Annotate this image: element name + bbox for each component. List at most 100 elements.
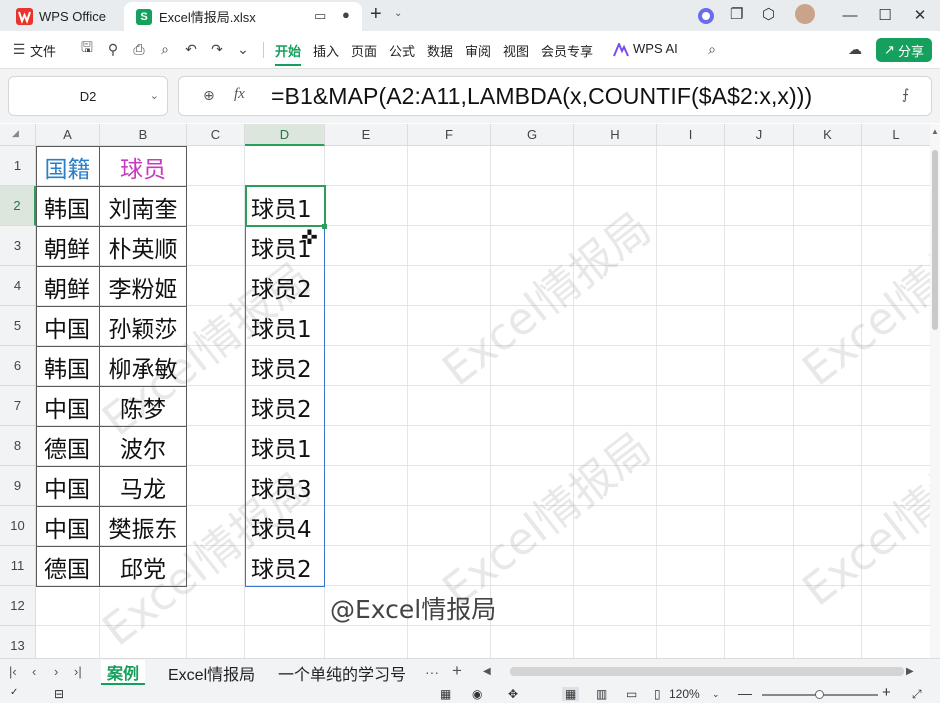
minimize-icon[interactable]: — — [835, 4, 865, 26]
fx-icon[interactable]: fx — [234, 86, 245, 103]
cell-a8[interactable]: 德国 — [36, 427, 99, 466]
spell-check-icon[interactable]: ✓ — [10, 687, 18, 698]
fill-handle[interactable] — [322, 224, 327, 229]
page-break-icon[interactable]: ▭ — [626, 687, 637, 701]
column-header-h[interactable]: H — [574, 124, 657, 146]
avatar[interactable] — [795, 4, 815, 24]
cell-a10[interactable]: 中国 — [36, 507, 99, 546]
print-preview-icon[interactable]: ⌕ — [156, 40, 174, 58]
zoom-level[interactable]: 120% — [669, 687, 700, 701]
page-layout-icon[interactable]: ▥ — [596, 687, 607, 701]
zoom-formula-icon[interactable]: ⊕ — [203, 87, 215, 104]
row-header-8[interactable]: 8 — [0, 426, 36, 466]
row-header-13[interactable]: 13 — [0, 626, 36, 658]
cell-b10[interactable]: 樊振东 — [100, 507, 186, 546]
scroll-up-icon[interactable]: ▲ — [931, 127, 939, 136]
column-header-e[interactable]: E — [325, 124, 408, 146]
zoom-out-icon[interactable]: — — [738, 685, 752, 701]
monitor-icon[interactable]: ▭ — [314, 8, 326, 24]
cell-b2[interactable]: 刘南奎 — [100, 187, 186, 226]
zoom-chevron-icon[interactable]: ⌄ — [712, 689, 720, 700]
cell-b7[interactable]: 陈梦 — [100, 387, 186, 426]
column-header-k[interactable]: K — [794, 124, 862, 146]
close-icon[interactable]: ✕ — [905, 4, 935, 26]
row-header-7[interactable]: 7 — [0, 386, 36, 426]
cell-b5[interactable]: 孙颖莎 — [100, 307, 186, 346]
wps-ai-button[interactable]: WPS AI — [633, 41, 678, 56]
normal-view-icon[interactable]: ▦ — [562, 687, 580, 701]
row-header-3[interactable]: 3 — [0, 226, 36, 266]
undo-icon[interactable]: ↶ — [182, 40, 200, 58]
tab-member[interactable]: 会员专享 — [541, 41, 593, 60]
cube-icon[interactable]: ⬡ — [762, 5, 775, 23]
print-icon[interactable]: ⎙ — [130, 40, 148, 58]
select-all-corner[interactable]: ◢ — [0, 124, 36, 146]
function-wizard-icon[interactable]: ⨍ — [902, 86, 909, 103]
file-tab[interactable]: S Excel情报局.xlsx ▭ ● — [124, 2, 362, 31]
vertical-scroll-thumb[interactable] — [932, 150, 938, 330]
row-header-10[interactable]: 10 — [0, 506, 36, 546]
wps-home-tab[interactable]: WPS Office — [8, 3, 120, 29]
tab-page[interactable]: 页面 — [351, 41, 377, 60]
row-header-11[interactable]: 11 — [0, 546, 36, 586]
share-button[interactable]: ↗ 分享 — [876, 38, 932, 62]
vertical-scrollbar[interactable]: ▲ — [930, 124, 940, 658]
column-header-f[interactable]: F — [408, 124, 491, 146]
cell-b11[interactable]: 邱党 — [100, 547, 186, 586]
tab-insert[interactable]: 插入 — [313, 41, 339, 60]
last-sheet-icon[interactable]: ›| — [74, 664, 82, 679]
more-sheets-icon[interactable]: ··· — [425, 664, 439, 680]
tab-review[interactable]: 审阅 — [465, 41, 491, 60]
cell-a4[interactable]: 朝鲜 — [36, 267, 99, 306]
row-header-5[interactable]: 5 — [0, 306, 36, 346]
row-header-2[interactable]: 2 — [0, 186, 36, 226]
column-header-a[interactable]: A — [36, 124, 100, 146]
row-header-9[interactable]: 9 — [0, 466, 36, 506]
prev-sheet-icon[interactable]: ‹ — [32, 664, 36, 679]
spreadsheet-grid[interactable]: ◢ ABCDEFGHIJKL 1 2 3 4 5 6 7 8 9 10 11 12 13 Excel情报… — [0, 124, 930, 658]
zoom-in-icon[interactable]: + — [882, 684, 891, 701]
tab-home[interactable]: 开始 — [275, 41, 302, 66]
tab-view[interactable]: 视图 — [503, 41, 529, 60]
unsaved-dot-icon[interactable]: ● — [342, 7, 350, 22]
scroll-left-icon[interactable]: ◀ — [483, 666, 491, 677]
table-view-icon[interactable]: ▦ — [440, 687, 451, 701]
cell-a9[interactable]: 中国 — [36, 467, 99, 506]
tab-data[interactable]: 数据 — [427, 41, 453, 60]
paint-icon[interactable]: ⚲ — [104, 40, 122, 58]
reading-view-icon[interactable]: ▯ — [654, 687, 661, 701]
cell-a11[interactable]: 德国 — [36, 547, 99, 586]
redo-icon[interactable]: ↷ — [208, 40, 226, 58]
column-header-c[interactable]: C — [187, 124, 245, 146]
save-icon[interactable]: 🖫 — [78, 39, 96, 58]
column-header-d[interactable]: D — [245, 124, 325, 146]
formula-input[interactable]: ⊕ fx =B1&MAP(A2:A11,LAMBDA(x,COUNTIF($A$… — [178, 76, 932, 116]
row-header-12[interactable]: 12 — [0, 586, 36, 626]
cell-b9[interactable]: 马龙 — [100, 467, 186, 506]
sheet-tab-case[interactable]: 案例 — [101, 660, 146, 685]
column-header-j[interactable]: J — [725, 124, 794, 146]
column-header-l[interactable]: L — [862, 124, 930, 146]
column-header-g[interactable]: G — [491, 124, 574, 146]
add-sheet-icon[interactable]: + — [452, 661, 462, 681]
new-tab-plus-icon[interactable]: + — [370, 3, 382, 26]
sheet-tab-excel-info[interactable]: Excel情报局 — [162, 660, 261, 685]
cell-a3[interactable]: 朝鲜 — [36, 227, 99, 266]
ai-assistant-icon[interactable] — [697, 7, 715, 25]
cell-a2[interactable]: 韩国 — [36, 187, 99, 226]
first-sheet-icon[interactable]: |‹ — [9, 664, 17, 679]
cloud-upload-icon[interactable]: ☁ — [846, 40, 864, 58]
cell-b8[interactable]: 波尔 — [100, 427, 186, 466]
file-menu[interactable]: 文件 — [30, 41, 56, 60]
tab-list-chevron-icon[interactable]: ⌄ — [394, 8, 402, 19]
search-icon[interactable]: ⌕ — [703, 40, 721, 58]
tab-formula[interactable]: 公式 — [389, 41, 415, 60]
name-box[interactable]: D2 ⌄ — [8, 76, 168, 116]
window-layout-icon[interactable]: ❐ — [730, 5, 743, 23]
cell-b6[interactable]: 柳承敏 — [100, 347, 186, 386]
cell-a6[interactable]: 韩国 — [36, 347, 99, 386]
menu-icon[interactable]: ☰ — [10, 40, 28, 58]
column-header-i[interactable]: I — [657, 124, 725, 146]
column-header-b[interactable]: B — [100, 124, 187, 146]
row-header-1[interactable]: 1 — [0, 146, 36, 186]
